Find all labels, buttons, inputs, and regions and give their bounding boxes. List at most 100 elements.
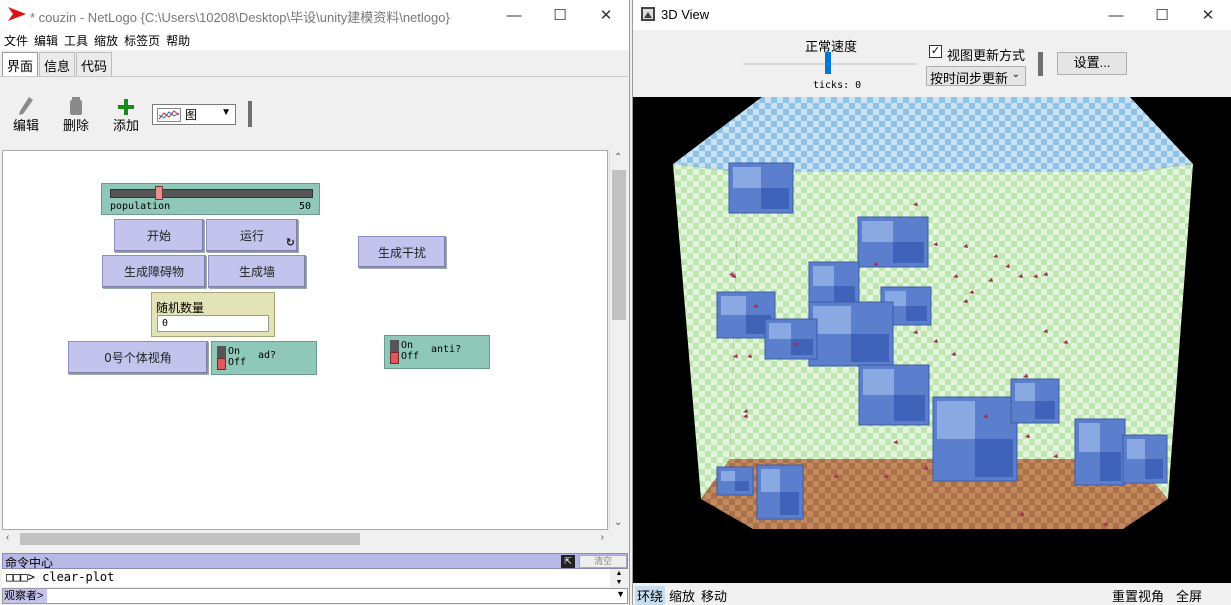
gen-wall-label: 生成墙 (238, 265, 275, 279)
scroll-down-icon[interactable]: ⌄ (614, 517, 622, 528)
close-icon[interactable]: ✕ (583, 0, 629, 30)
controls-separator (1038, 52, 1043, 76)
input-field[interactable]: 0 (157, 315, 269, 332)
cube-obstacle (932, 396, 1018, 482)
setup-label: 开始 (146, 229, 171, 243)
view3d-scene[interactable] (633, 97, 1231, 583)
gen-disturb-label: 生成干扰 (377, 245, 426, 260)
pencil-icon (6, 93, 46, 115)
cube-obstacle (716, 466, 754, 496)
settings-button[interactable]: 设置... (1057, 52, 1127, 75)
widget-type-select[interactable]: 图 ▼ (152, 104, 236, 125)
gen-obstacle-label: 生成障碍物 (123, 265, 184, 279)
output-scroll-icon[interactable]: ▲ ▼ (610, 569, 628, 587)
population-slider[interactable]: population 50 (101, 183, 320, 215)
widget-type-value: 图 (185, 108, 198, 122)
cube-obstacle (1074, 418, 1126, 486)
tab-code[interactable]: 代码 (76, 52, 113, 76)
menu-zoom[interactable]: 缩放 (94, 32, 118, 49)
minimize-icon[interactable]: — (1093, 0, 1139, 30)
window-controls: — ☐ ✕ (491, 0, 629, 30)
canvas-vscrollbar[interactable]: ⌃ ⌄ (609, 150, 628, 530)
window-title: * couzin - NetLogo {C:\Users\10208\Deskt… (30, 10, 450, 25)
view-update-checkbox[interactable]: ✓ (929, 45, 942, 58)
minimize-icon[interactable]: — (491, 0, 537, 30)
speed-slider-knob[interactable] (825, 52, 831, 74)
view3d-window-controls: — ☐ ✕ (1093, 0, 1231, 30)
add-label: 添加 (112, 118, 139, 133)
expand-icon[interactable]: ⇱ (561, 555, 575, 568)
gen-obstacle-button[interactable]: 生成障碍物 (102, 255, 206, 288)
menu-tabs[interactable]: 标签页 (124, 32, 160, 49)
view3d-app-icon (641, 7, 655, 24)
scroll-left-icon[interactable]: ‹ (6, 532, 9, 543)
switch-onoff: On Off (401, 340, 420, 362)
maximize-icon[interactable]: ☐ (1139, 0, 1185, 30)
cube-obstacle (808, 301, 894, 367)
canvas-hscrollbar[interactable]: ‹ › (2, 530, 608, 548)
random-count-input: 随机数量 0 (151, 292, 275, 337)
fullscreen-button[interactable]: 全屏 (1174, 586, 1204, 605)
view3d-bottombar: 环绕 缩放 移动 重置视角 全屏 (633, 583, 1231, 605)
slider-knob[interactable] (155, 186, 163, 200)
hscroll-thumb[interactable] (20, 533, 360, 545)
clear-button[interactable]: 清空 (579, 555, 627, 568)
switch-onoff: On Off (228, 346, 247, 368)
go-label: 运行 (239, 229, 264, 243)
ad-switch-label: ad? (258, 350, 277, 361)
cube-obstacle (728, 162, 794, 214)
menu-help[interactable]: 帮助 (166, 32, 190, 49)
orbit-button[interactable]: 环绕 (635, 586, 666, 605)
interface-toolbar: 编辑 删除 添加 图 ▼ (0, 76, 628, 148)
switch-toggle[interactable] (217, 346, 226, 370)
slider-track (110, 189, 313, 198)
command-output: □□□> clear-plot (2, 569, 610, 587)
observer-select[interactable]: 观察者> (3, 589, 47, 603)
menu-file[interactable]: 文件 (4, 32, 28, 49)
slider-value: 50 (298, 201, 311, 212)
maximize-icon[interactable]: ☐ (537, 0, 583, 30)
ceiling (673, 97, 1193, 172)
delete-button[interactable]: 删除 (56, 93, 96, 134)
scene-svg (673, 97, 1193, 529)
anti-switch-label: anti? (431, 344, 462, 355)
history-dropdown-icon[interactable]: ▼ (616, 589, 625, 599)
update-mode-select[interactable]: 按时间步更新 ⌄ (926, 66, 1026, 86)
close-icon[interactable]: ✕ (1185, 0, 1231, 30)
command-input[interactable] (49, 589, 609, 603)
plus-icon (106, 93, 146, 115)
anti-switch[interactable]: On Off anti? (384, 335, 490, 369)
ad-switch[interactable]: On Off ad? (211, 341, 317, 375)
view3d-title: 3D View (661, 7, 710, 22)
command-input-row: 观察者> ▼ (2, 588, 628, 604)
chevron-down-icon: ▼ (221, 107, 231, 118)
delete-label: 删除 (62, 118, 89, 133)
go-button[interactable]: 运行 ↻ (206, 219, 298, 252)
netlogo-logo-icon (8, 7, 26, 24)
move-button[interactable]: 移动 (699, 586, 729, 605)
scroll-right-icon[interactable]: › (601, 532, 604, 543)
zoom-button[interactable]: 缩放 (667, 586, 697, 605)
plot-icon (157, 107, 181, 122)
tab-interface[interactable]: 界面 (2, 52, 39, 76)
switch-toggle[interactable] (390, 340, 399, 364)
reset-perspective-button[interactable]: 重置视角 (1110, 586, 1166, 605)
add-button[interactable]: 添加 (106, 93, 146, 134)
agent0-view-label: 0号个体视角 (104, 351, 172, 365)
menu-tools[interactable]: 工具 (64, 32, 88, 49)
edit-label: 编辑 (12, 118, 39, 133)
gen-wall-button[interactable]: 生成墙 (208, 255, 306, 288)
setup-button[interactable]: 开始 (114, 219, 204, 252)
vscroll-thumb[interactable] (612, 170, 626, 320)
gen-disturb-button[interactable]: 生成干扰 (358, 236, 446, 268)
update-mode-value: 按时间步更新 (930, 71, 1009, 86)
agent0-view-button[interactable]: 0号个体视角 (68, 341, 208, 374)
view3d-controls: 正常速度 ticks: 0 ✓ 视图更新方式 按时间步更新 ⌄ 设置... (633, 30, 1231, 97)
ticks-counter: ticks: 0 (813, 80, 862, 91)
slider-label: population (110, 201, 171, 212)
interface-canvas[interactable]: population 50 开始 运行 ↻ 生成干扰 生成障碍物 生成墙 随机数… (2, 150, 608, 530)
menu-edit[interactable]: 编辑 (34, 32, 58, 49)
scroll-up-icon[interactable]: ⌃ (614, 152, 622, 163)
tab-info[interactable]: 信息 (39, 52, 76, 76)
edit-button[interactable]: 编辑 (6, 93, 46, 134)
